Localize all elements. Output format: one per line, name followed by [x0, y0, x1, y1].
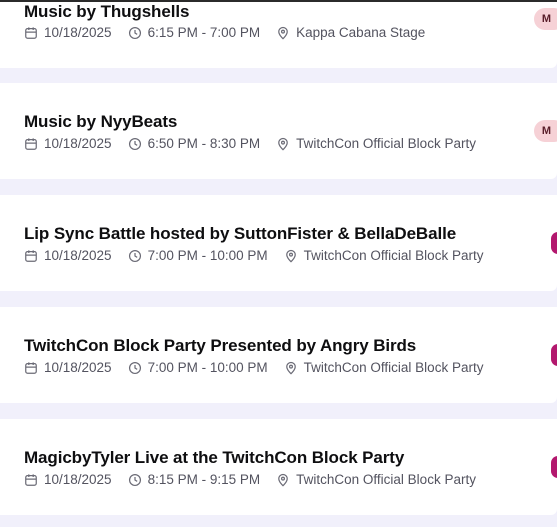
event-list: Music by Thugshells 10/18/2025 6:15 PM -… — [0, 0, 557, 527]
calendar-icon — [25, 137, 37, 150]
event-time: 7:00 PM - 10:00 PM — [128, 248, 268, 263]
event-title[interactable]: Lip Sync Battle hosted by SuttonFister &… — [24, 224, 456, 244]
map-pin-icon — [278, 473, 288, 487]
event-date: 10/18/2025 — [24, 360, 112, 375]
calendar-icon — [25, 473, 37, 486]
calendar-icon — [25, 26, 37, 39]
event-card[interactable]: MagicbyTyler Live at the TwitchCon Block… — [0, 419, 557, 515]
map-pin-icon — [278, 137, 288, 151]
event-category-badge[interactable]: M — [533, 8, 557, 30]
event-meta: 10/18/2025 6:15 PM - 7:00 PM Kappa Caban… — [24, 25, 441, 40]
event-card[interactable]: Music by Thugshells 10/18/2025 6:15 PM -… — [0, 2, 557, 68]
event-time: 6:50 PM - 8:30 PM — [128, 136, 260, 151]
clock-icon — [128, 137, 141, 150]
event-category-badge[interactable] — [551, 344, 557, 366]
event-category-badge[interactable] — [551, 232, 557, 254]
clock-icon — [128, 473, 141, 486]
event-meta: 10/18/2025 8:15 PM - 9:15 PM TwitchCon O… — [24, 472, 492, 487]
event-location: TwitchCon Official Block Party — [276, 472, 476, 487]
calendar-icon — [25, 361, 37, 374]
event-card[interactable]: Music by NyyBeats 10/18/2025 6:50 PM - 8… — [0, 83, 557, 179]
event-location: TwitchCon Official Block Party — [276, 136, 476, 151]
map-pin-icon — [285, 361, 296, 375]
event-title[interactable]: TwitchCon Block Party Presented by Angry… — [24, 336, 416, 356]
event-location: TwitchCon Official Block Party — [284, 248, 483, 263]
event-meta: 10/18/2025 7:00 PM - 10:00 PM TwitchCon … — [24, 248, 499, 263]
event-title[interactable]: Music by Thugshells — [24, 2, 189, 22]
event-title[interactable]: Music by NyyBeats — [24, 112, 177, 132]
event-date: 10/18/2025 — [24, 136, 112, 151]
event-title[interactable]: MagicbyTyler Live at the TwitchCon Block… — [24, 448, 404, 468]
event-category-badge[interactable]: M — [533, 120, 557, 142]
clock-icon — [128, 26, 141, 39]
event-location: Kappa Cabana Stage — [276, 25, 425, 40]
event-date: 10/18/2025 — [24, 472, 112, 487]
map-pin-icon — [278, 26, 288, 40]
event-time: 8:15 PM - 9:15 PM — [128, 472, 260, 487]
map-pin-icon — [285, 249, 296, 263]
event-card[interactable]: Lip Sync Battle hosted by SuttonFister &… — [0, 195, 557, 291]
event-meta: 10/18/2025 7:00 PM - 10:00 PM TwitchCon … — [24, 360, 499, 375]
event-date: 10/18/2025 — [24, 25, 112, 40]
event-time: 6:15 PM - 7:00 PM — [128, 25, 260, 40]
event-meta: 10/18/2025 6:50 PM - 8:30 PM TwitchCon O… — [24, 136, 492, 151]
clock-icon — [128, 249, 141, 262]
top-border — [0, 0, 557, 2]
event-category-badge[interactable] — [551, 456, 557, 478]
event-location: TwitchCon Official Block Party — [284, 360, 483, 375]
clock-icon — [128, 361, 141, 374]
event-date: 10/18/2025 — [24, 248, 112, 263]
event-time: 7:00 PM - 10:00 PM — [128, 360, 268, 375]
event-card[interactable]: TwitchCon Block Party Presented by Angry… — [0, 307, 557, 403]
calendar-icon — [25, 249, 37, 262]
